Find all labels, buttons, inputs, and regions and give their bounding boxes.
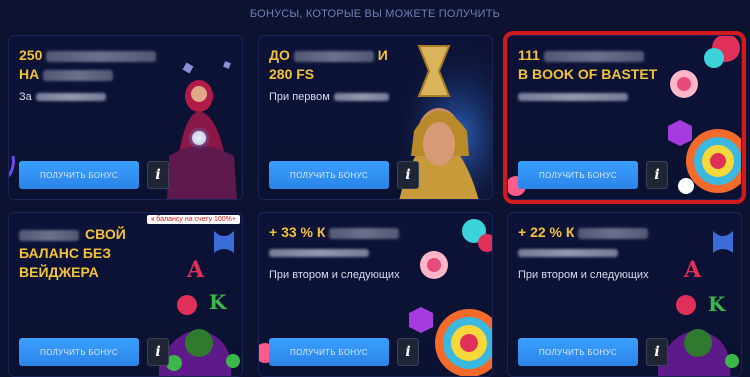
card-description: При первом <box>269 91 389 103</box>
card-description-blurred <box>518 247 618 259</box>
card-description: При втором и следующих <box>269 269 400 281</box>
info-button[interactable]: i <box>646 338 668 366</box>
svg-text:K: K <box>209 290 227 314</box>
bonus-card-6[interactable]: A K + 22 % К При втором и следующих ПОЛУ… <box>507 212 742 377</box>
get-bonus-button[interactable]: ПОЛУЧИТЬ БОНУС <box>269 161 389 189</box>
get-bonus-button[interactable]: ПОЛУЧИТЬ БОНУС <box>19 338 139 366</box>
info-button[interactable]: i <box>147 161 169 189</box>
get-bonus-button[interactable]: ПОЛУЧИТЬ БОНУС <box>518 338 638 366</box>
card-title: 250 НА <box>19 46 157 84</box>
card-title: + 22 % К <box>518 223 649 242</box>
info-button[interactable]: i <box>646 161 668 189</box>
info-button[interactable]: i <box>147 338 169 366</box>
info-button[interactable]: i <box>397 161 419 189</box>
get-bonus-button[interactable]: ПОЛУЧИТЬ БОНУС <box>19 161 139 189</box>
card-description <box>518 91 628 103</box>
card-title: 111 В BOOK OF BASTET <box>518 47 658 82</box>
section-title: БОНУСЫ, КОТОРЫЕ ВЫ МОЖЕТЕ ПОЛУЧИТЬ <box>249 8 501 20</box>
svg-text:K: K <box>708 292 726 316</box>
bonus-card-4[interactable]: A K к балансу на счету 100%+ СВОЙ БАЛАНС… <box>8 212 243 377</box>
card-description: При втором и следующих <box>518 269 649 281</box>
info-button[interactable]: i <box>397 338 419 366</box>
svg-text:A: A <box>186 257 205 283</box>
card-title: + 33 % К <box>269 223 400 242</box>
card-description-blurred <box>269 247 369 259</box>
bonus-card-5[interactable]: + 33 % К При втором и следующих ПОЛУЧИТЬ… <box>258 212 493 377</box>
card-description: За <box>19 91 106 103</box>
svg-text:A: A <box>683 257 702 283</box>
get-bonus-button[interactable]: ПОЛУЧИТЬ БОНУС <box>269 338 389 366</box>
card-title: СВОЙ БАЛАНС БЕЗ ВЕЙДЖЕРА <box>19 226 126 280</box>
get-bonus-button[interactable]: ПОЛУЧИТЬ БОНУС <box>518 161 638 189</box>
bonus-card-3[interactable]: 111 В BOOK OF BASTET ПОЛУЧИТЬ БОНУС i <box>503 31 746 204</box>
balance-tooltip: к балансу на счету 100%+ <box>147 215 240 224</box>
card-title: ДО И 280 FS <box>269 47 388 82</box>
bonus-card-1[interactable]: 250 НА За ПОЛУЧИТЬ БОНУС i <box>8 35 243 200</box>
bonus-card-2[interactable]: ДО И 280 FS При первом ПОЛУЧИТЬ БОНУС i <box>258 35 493 200</box>
